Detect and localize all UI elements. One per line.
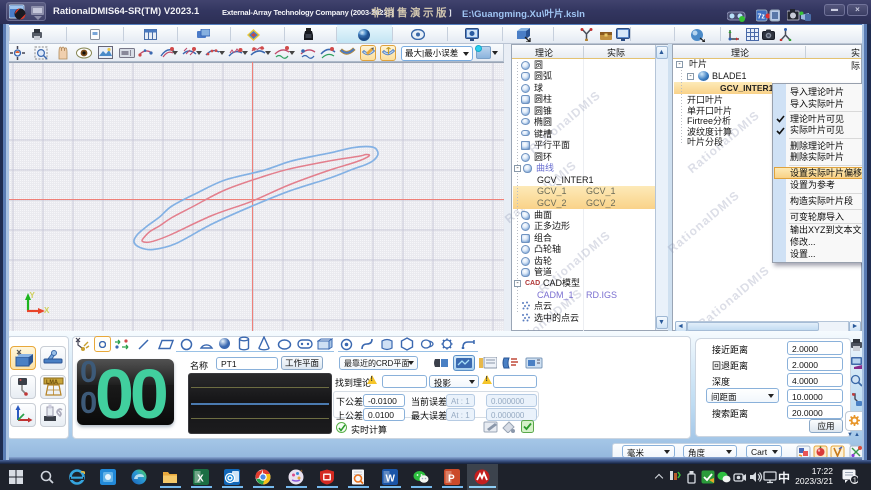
svg-text:X: X xyxy=(44,306,50,315)
svg-text:P: P xyxy=(448,474,455,485)
svg-text:1: 1 xyxy=(853,476,857,485)
svg-text:7z: 7z xyxy=(758,14,766,21)
svg-text:Y: Y xyxy=(30,291,36,300)
svg-text:W: W xyxy=(386,474,396,485)
svg-text:X: X xyxy=(197,474,204,485)
